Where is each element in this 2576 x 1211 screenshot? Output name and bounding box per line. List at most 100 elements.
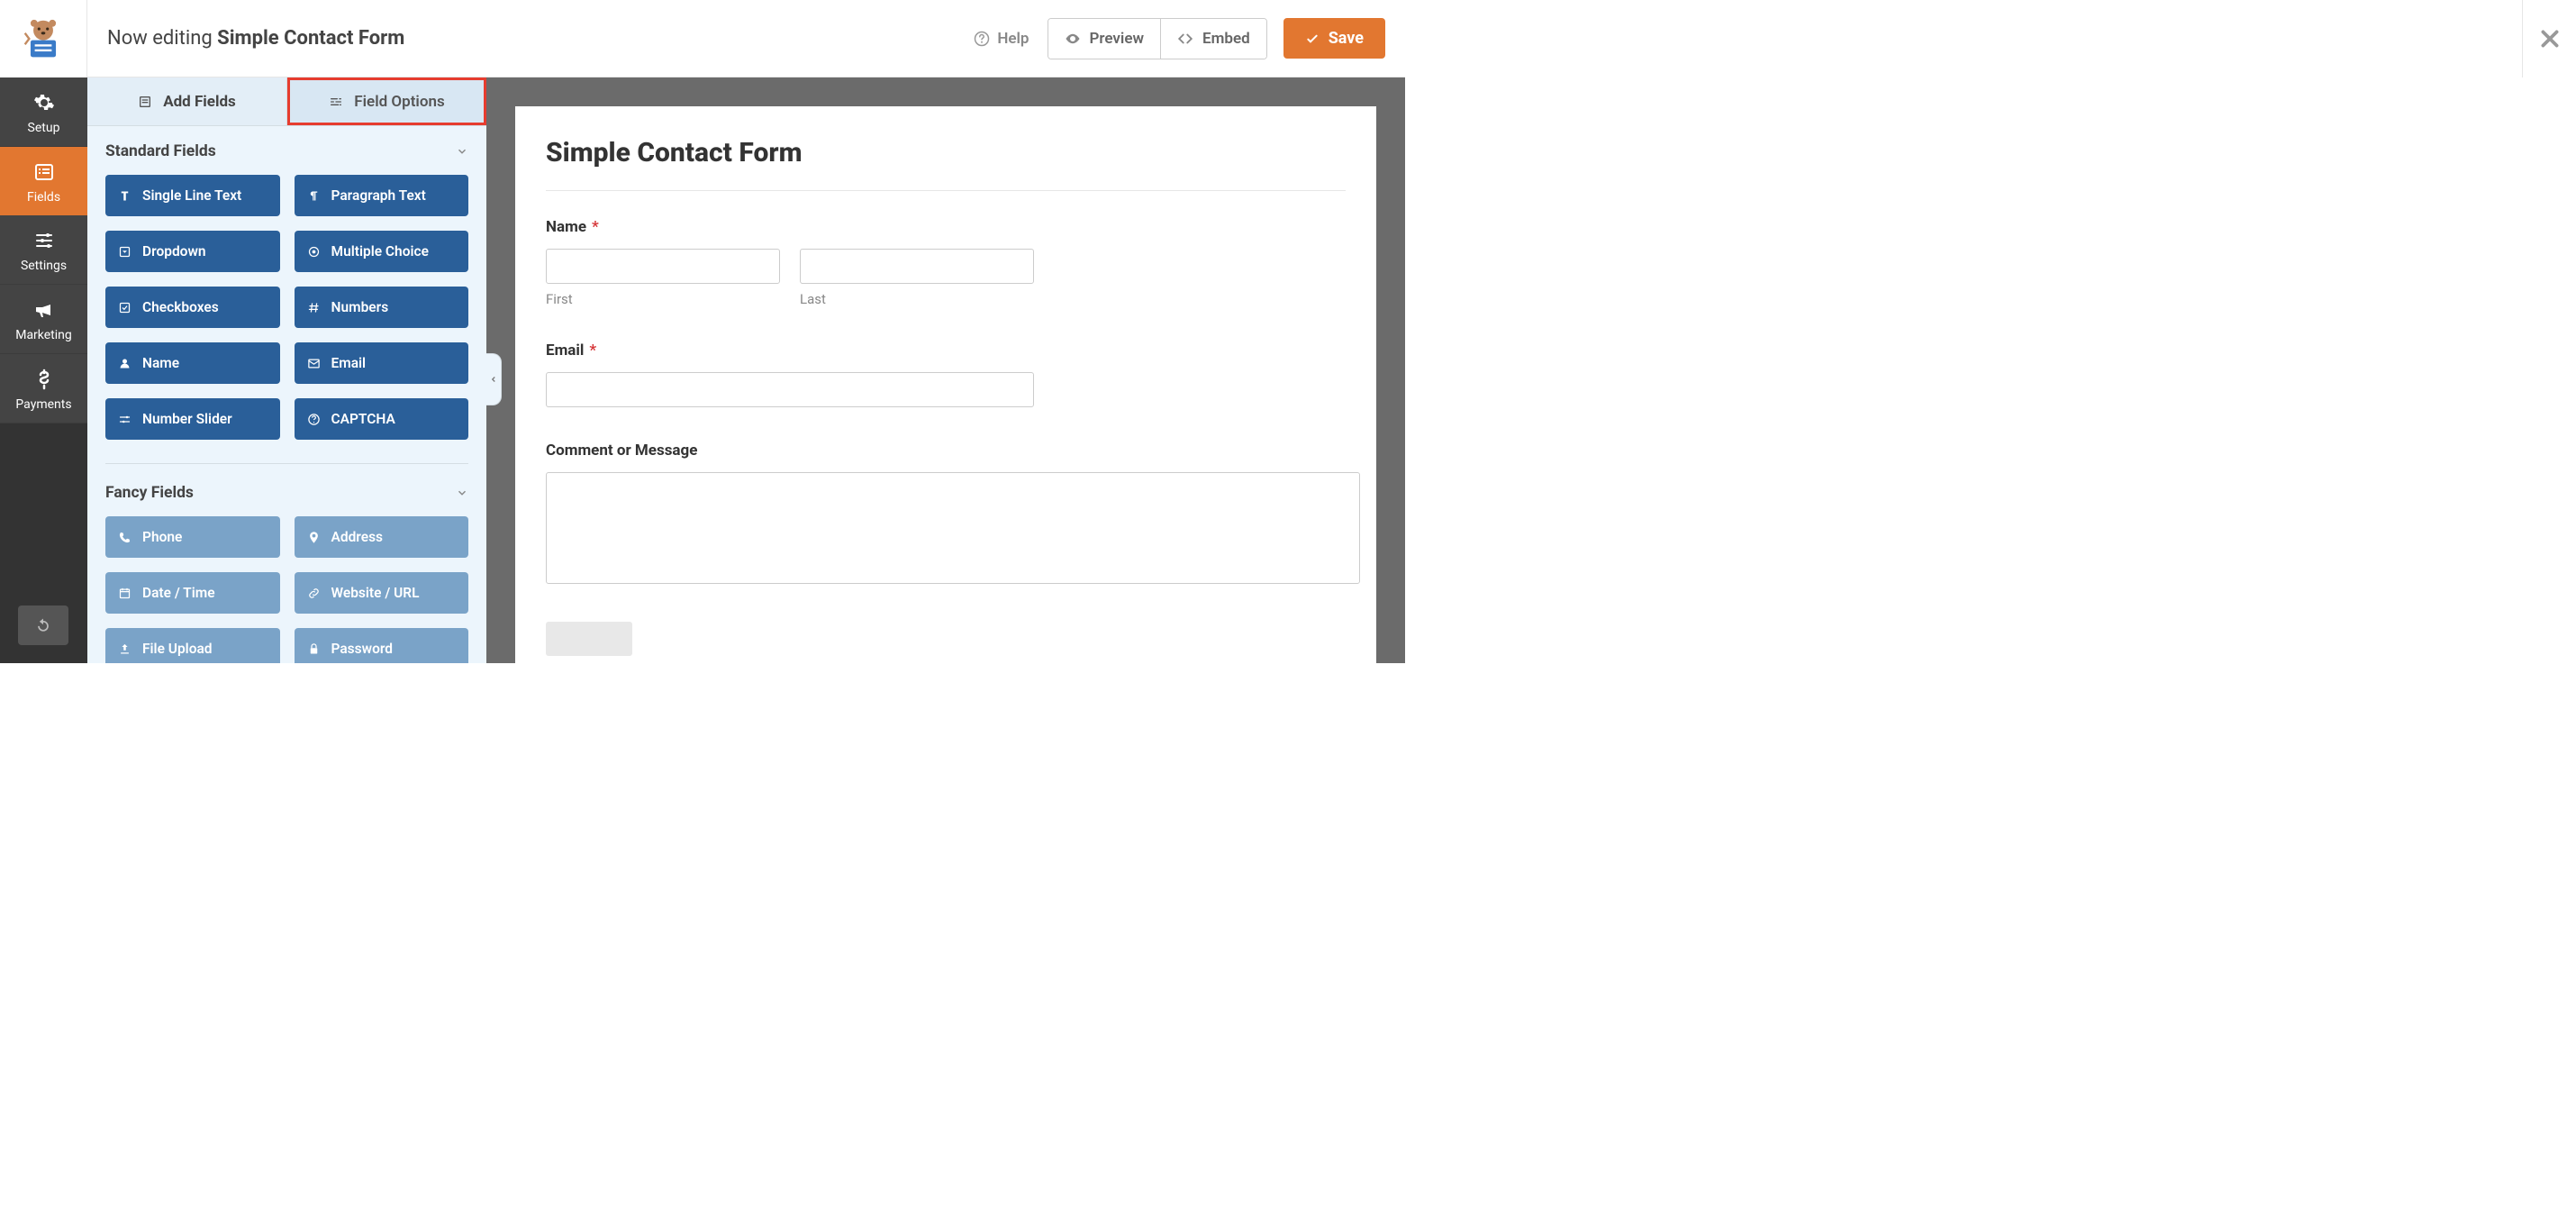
radio-icon <box>307 245 321 259</box>
preview-label: Preview <box>1090 30 1145 48</box>
field-captcha[interactable]: CAPTCHA <box>295 398 469 440</box>
last-name-input[interactable] <box>800 249 1034 284</box>
panel-tabs: Add Fields Field Options <box>87 77 486 126</box>
envelope-icon <box>307 357 321 370</box>
help-icon <box>974 31 990 47</box>
preview-button[interactable]: Preview <box>1048 19 1161 59</box>
text-icon <box>118 189 132 203</box>
field-password[interactable]: Password <box>295 628 469 663</box>
form-title[interactable]: Simple Contact Form <box>546 137 1346 191</box>
field-paragraph-text[interactable]: Paragraph Text <box>295 175 469 216</box>
field-label: File Upload <box>142 641 213 657</box>
field-name[interactable]: Name <box>105 342 280 384</box>
paragraph-icon <box>307 189 321 203</box>
nav-payments[interactable]: Payments <box>0 354 87 423</box>
nav-label: Fields <box>27 190 60 205</box>
field-label: Password <box>331 641 394 657</box>
form-field-name[interactable]: Name * First Last <box>546 218 1346 307</box>
first-name-input[interactable] <box>546 249 780 284</box>
comment-textarea[interactable] <box>546 472 1360 584</box>
tab-add-fields[interactable]: Add Fields <box>87 77 287 125</box>
panel-collapse-handle[interactable] <box>486 353 502 405</box>
field-numbers[interactable]: Numbers <box>295 287 469 328</box>
close-button[interactable] <box>2522 0 2576 77</box>
field-label: Email <box>546 341 584 360</box>
check-icon <box>1305 32 1320 46</box>
field-label: Email <box>331 355 367 371</box>
save-button[interactable]: Save <box>1283 18 1385 59</box>
sliders-h-icon <box>118 413 132 426</box>
top-bar: Now editing Simple Contact Form Help Pre… <box>87 0 1405 77</box>
field-checkboxes[interactable]: Checkboxes <box>105 287 280 328</box>
nav-setup[interactable]: Setup <box>0 77 87 147</box>
field-label: Name <box>142 355 179 371</box>
field-multiple-choice[interactable]: Multiple Choice <box>295 231 469 272</box>
help-link[interactable]: Help <box>974 30 1029 48</box>
field-label: Address <box>331 529 384 545</box>
nav-fields[interactable]: Fields <box>0 147 87 215</box>
save-label: Save <box>1329 29 1364 48</box>
embed-button[interactable]: Embed <box>1160 19 1266 59</box>
form-field-email[interactable]: Email * <box>546 341 1346 407</box>
question-circle-icon <box>307 413 321 426</box>
required-asterisk: * <box>589 341 596 360</box>
nav-label: Settings <box>21 259 67 273</box>
nav-label: Setup <box>28 121 60 135</box>
field-label: Website / URL <box>331 585 420 601</box>
field-date-time[interactable]: Date / Time <box>105 572 280 614</box>
field-number-slider[interactable]: Number Slider <box>105 398 280 440</box>
field-label: Checkboxes <box>142 299 219 315</box>
submit-button-placeholder[interactable] <box>546 622 632 656</box>
tab-field-options[interactable]: Field Options <box>287 77 486 125</box>
help-label: Help <box>997 30 1029 48</box>
chevron-down-icon <box>456 487 468 499</box>
field-label: Dropdown <box>142 243 206 260</box>
history-icon <box>34 616 52 634</box>
upload-icon <box>118 642 132 656</box>
field-single-line-text[interactable]: Single Line Text <box>105 175 280 216</box>
field-label: Phone <box>142 529 182 545</box>
gear-icon <box>32 90 57 115</box>
preview-embed-group: Preview Embed <box>1048 18 1267 59</box>
marker-icon <box>307 531 321 544</box>
field-website-url[interactable]: Website / URL <box>295 572 469 614</box>
panel-sections: Standard Fields Single Line Text Paragra… <box>87 126 486 663</box>
revert-button[interactable] <box>18 606 68 645</box>
section-standard-fields[interactable]: Standard Fields <box>87 126 486 169</box>
field-label: Numbers <box>331 299 389 315</box>
section-label: Standard Fields <box>105 142 216 160</box>
form-name[interactable]: Simple Contact Form <box>217 27 404 50</box>
chevron-left-icon <box>489 375 498 384</box>
sliders-icon <box>32 228 57 253</box>
user-icon <box>118 357 132 370</box>
nav-label: Marketing <box>15 328 72 342</box>
field-file-upload[interactable]: File Upload <box>105 628 280 663</box>
section-fancy-fields[interactable]: Fancy Fields <box>87 468 486 511</box>
field-label: Single Line Text <box>142 187 241 204</box>
email-input[interactable] <box>546 372 1034 407</box>
field-label: Name <box>546 218 586 236</box>
form-field-comment[interactable]: Comment or Message <box>546 442 1346 587</box>
page-title: Now editing Simple Contact Form <box>107 27 404 50</box>
fields-panel: Add Fields Field Options Standard Fields <box>87 77 486 663</box>
field-label: Comment or Message <box>546 442 697 460</box>
field-label: CAPTCHA <box>331 411 395 427</box>
check-square-icon <box>118 301 132 314</box>
field-email[interactable]: Email <box>295 342 469 384</box>
calendar-icon <box>118 587 132 600</box>
form-preview: Simple Contact Form Name * First <box>515 106 1376 663</box>
nav-settings[interactable]: Settings <box>0 215 87 285</box>
field-dropdown[interactable]: Dropdown <box>105 231 280 272</box>
field-label: Number Slider <box>142 411 232 427</box>
caret-square-down-icon <box>118 245 132 259</box>
nav-marketing[interactable]: Marketing <box>0 285 87 354</box>
chevron-down-icon <box>456 145 468 158</box>
sublabel-first: First <box>546 291 780 307</box>
field-phone[interactable]: Phone <box>105 516 280 558</box>
embed-label: Embed <box>1202 30 1250 48</box>
lock-icon <box>307 642 321 656</box>
side-nav: Setup Fields Settings Marketing Payments <box>0 0 87 663</box>
field-label: Multiple Choice <box>331 243 429 260</box>
phone-icon <box>118 531 132 544</box>
field-address[interactable]: Address <box>295 516 469 558</box>
